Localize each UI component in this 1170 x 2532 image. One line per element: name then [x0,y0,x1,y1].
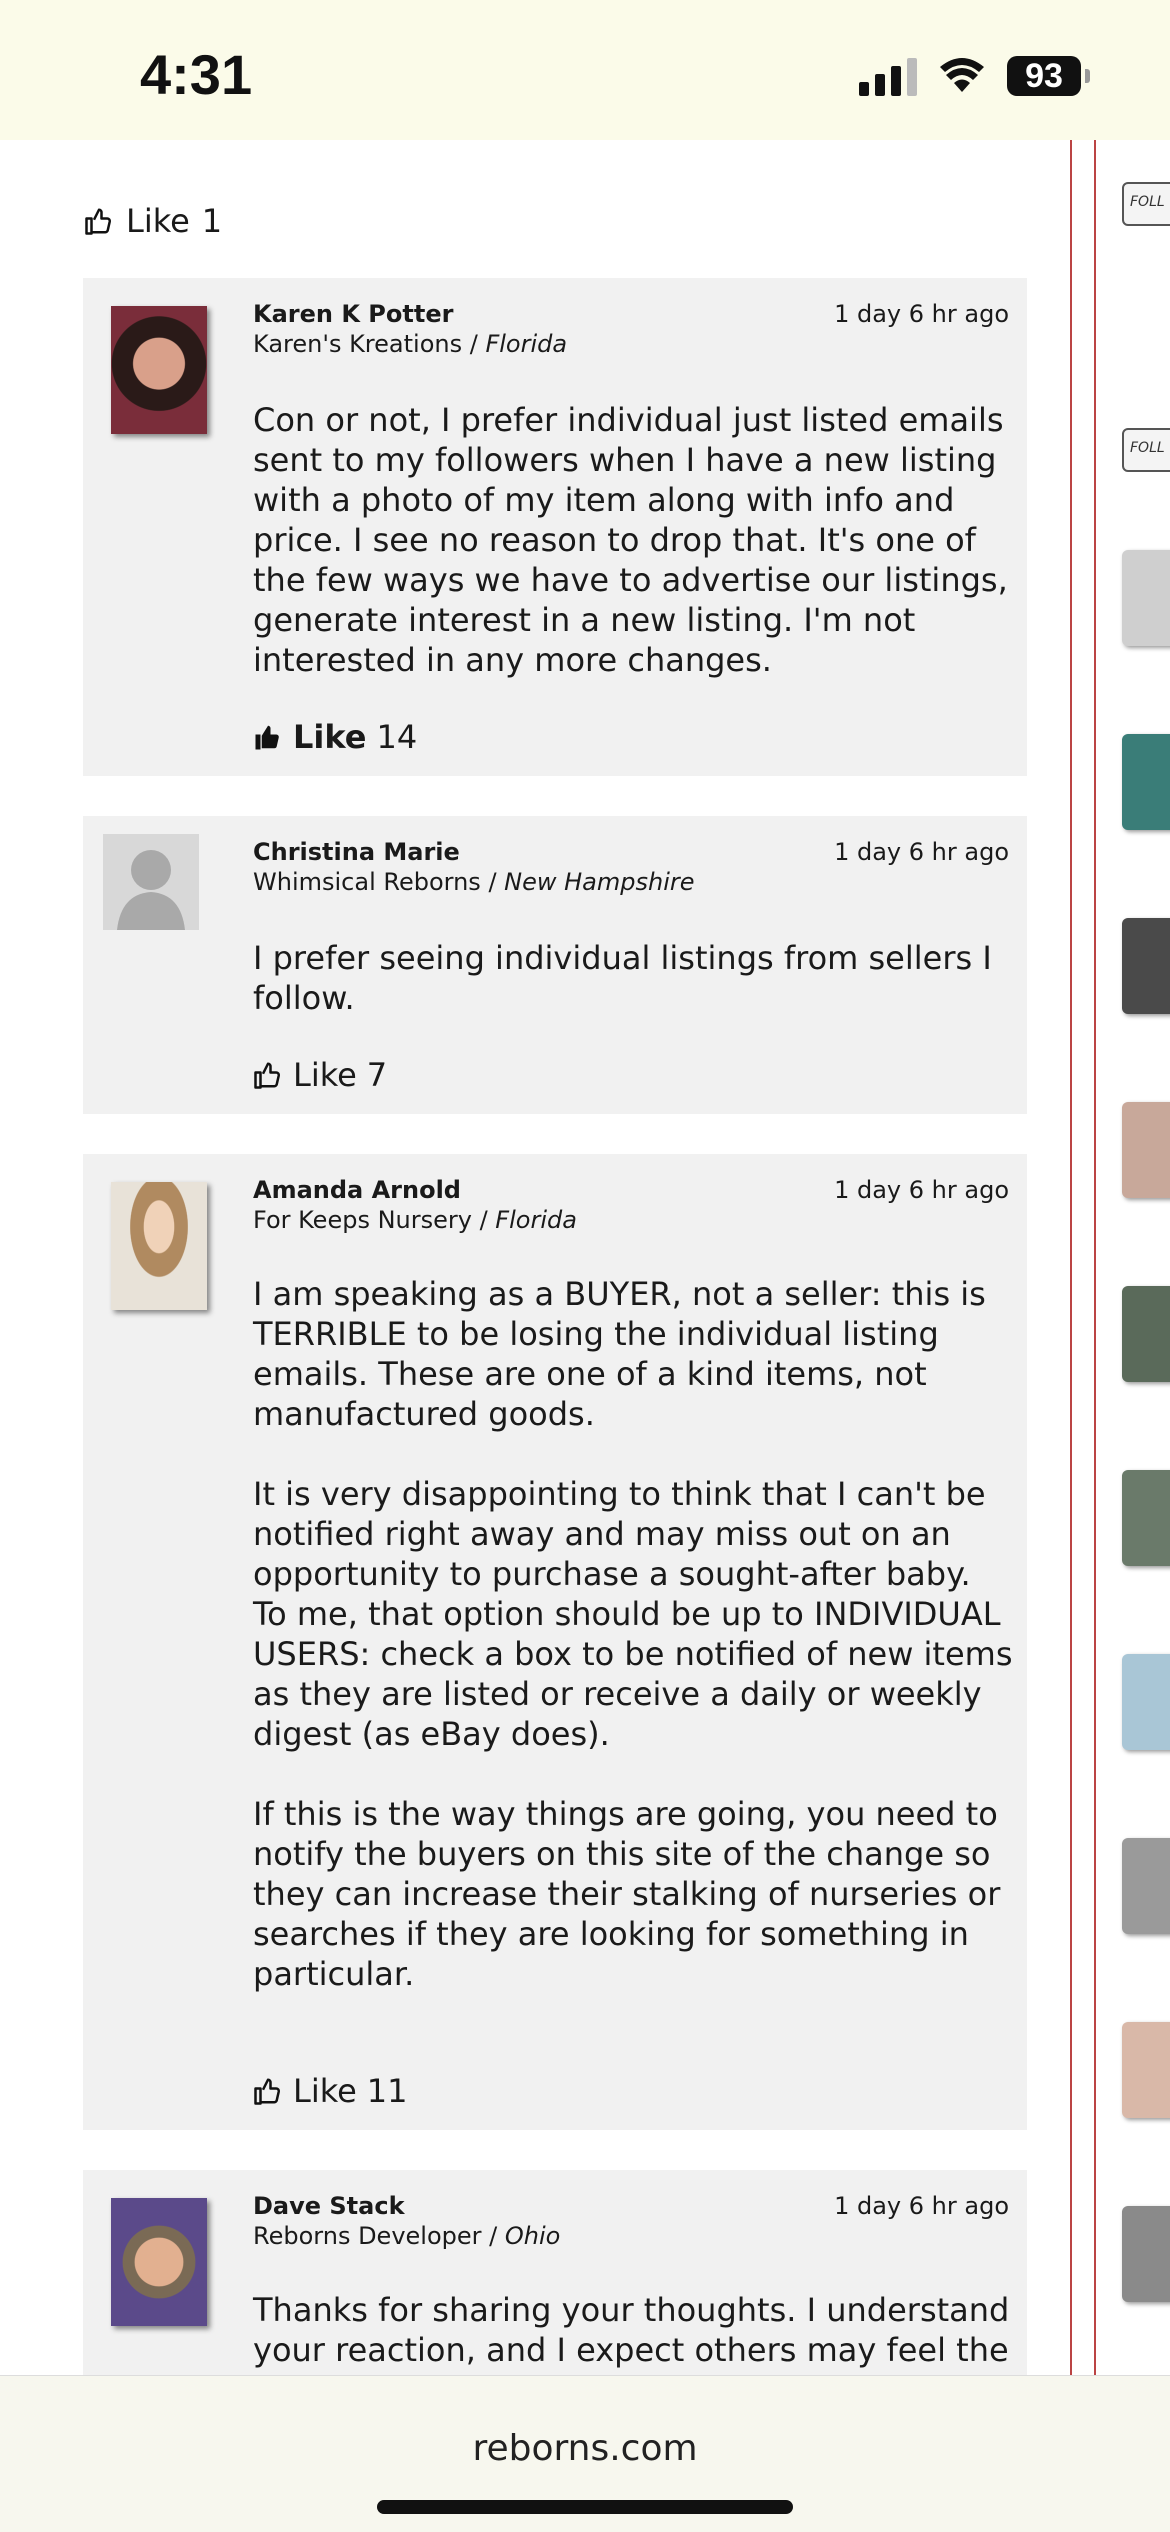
comment-time: 1 day 6 hr ago [834,2192,1009,2220]
comment-paragraph: Con or not, I prefer individual just lis… [253,401,1008,679]
url-text[interactable]: reborns.com [0,2428,1170,2469]
comment-author[interactable]: Karen K Potter [253,300,453,328]
status-bar: 4:31 93 [0,0,1170,140]
comment-body: Con or not, I prefer individual just lis… [253,400,1013,680]
battery-icon: 93 [1007,56,1090,96]
browser-address-bar[interactable]: reborns.com [0,2375,1170,2532]
comment-paragraph: I am speaking as a BUYER, not a seller: … [253,1275,986,1433]
sidebar-listing-thumbnail[interactable] [1122,1838,1170,1934]
comment-card: Amanda Arnold For Keeps Nursery / Florid… [83,1154,1027,2130]
comment-location: Florida [495,1206,577,1234]
comment-location: Ohio [504,2222,561,2250]
avatar-placeholder [103,834,199,930]
sidebar-listing-thumbnail[interactable] [1122,2206,1170,2302]
sidebar-listing-thumbnail[interactable] [1122,550,1170,646]
comment-paragraph: If this is the way things are going, you… [253,1795,1001,1993]
like-button[interactable]: Like 14 [253,718,417,756]
like-button[interactable]: Like 7 [253,1056,387,1094]
comment-nursery[interactable]: For Keeps Nursery / Florida [253,1206,577,1234]
battery-level: 93 [1007,56,1081,96]
comment-author[interactable]: Christina Marie [253,838,460,866]
follow-banner[interactable]: FOLL [1122,428,1170,472]
avatar [111,1182,207,1310]
comments-area: Like 1 Karen K Potter Karen's Kreations … [0,140,1070,2375]
comment-nursery[interactable]: Whimsical Reborns / New Hampshire [253,868,695,896]
like-count: 11 [366,2072,408,2110]
status-icons: 93 [859,56,1090,96]
page-like-button[interactable]: Like 1 [84,202,222,240]
default-user-icon [117,850,185,930]
comment-paragraph: Thanks for sharing your thoughts. I unde… [253,2291,1010,2375]
comment-location: Florida [485,330,568,358]
thumbs-up-outline-icon [254,1062,281,1089]
sidebar-listing-thumbnail[interactable] [1122,918,1170,1014]
status-time: 4:31 [140,43,253,106]
comment-body: I prefer seeing individual listings from… [253,938,1013,1018]
thumbs-up-outline-icon [254,2078,281,2105]
thumbs-up-filled-icon [255,725,279,750]
avatar [111,2198,207,2326]
comment-author[interactable]: Amanda Arnold [253,1176,461,1204]
home-indicator[interactable] [377,2500,793,2514]
right-sidebar: FOLL FOLL [1070,140,1170,2375]
sidebar-listing-thumbnail[interactable] [1122,1286,1170,1382]
comment-card: Karen K Potter Karen's Kreations / Flori… [83,278,1027,776]
comment-author[interactable]: Dave Stack [253,2192,405,2220]
thumbs-up-outline-icon [85,208,112,235]
like-label: Like [293,1056,357,1094]
like-button[interactable]: Like 11 [253,2072,408,2110]
comment-card: Christina Marie Whimsical Reborns / New … [83,816,1027,1114]
comment-nursery[interactable]: Reborns Developer / Ohio [253,2222,560,2250]
comment-body: Thanks for sharing your thoughts. I unde… [253,2290,1013,2375]
page-like-label: Like [126,202,190,240]
comment-time: 1 day 6 hr ago [834,300,1009,328]
comment-body: I am speaking as a BUYER, not a seller: … [253,1274,1013,1994]
comment-location: New Hampshire [504,868,695,896]
sidebar-listing-thumbnail[interactable] [1122,1102,1170,1198]
sidebar-listing-thumbnail[interactable] [1122,1654,1170,1750]
page-like-count: 1 [201,202,223,240]
comment-paragraph: I prefer seeing individual listings from… [253,939,992,1017]
wifi-icon [940,58,984,92]
like-label: Like [293,2072,357,2110]
like-label: Like [293,718,367,756]
comment-time: 1 day 6 hr ago [834,1176,1009,1204]
avatar [111,306,207,434]
comment-time: 1 day 6 hr ago [834,838,1009,866]
comment-paragraph: It is very disappointing to think that I… [253,1475,1013,1753]
sidebar-listing-thumbnail[interactable] [1122,2022,1170,2118]
sidebar-listing-thumbnail[interactable] [1122,734,1170,830]
follow-banner[interactable]: FOLL [1122,182,1170,226]
like-count: 14 [376,718,418,756]
sidebar-listing-thumbnail[interactable] [1122,1470,1170,1566]
comment-card: Dave Stack Reborns Developer / Ohio 1 da… [83,2170,1027,2375]
cellular-signal-icon [859,56,917,96]
comment-nursery[interactable]: Karen's Kreations / Florida [253,330,567,358]
like-count: 7 [366,1056,388,1094]
